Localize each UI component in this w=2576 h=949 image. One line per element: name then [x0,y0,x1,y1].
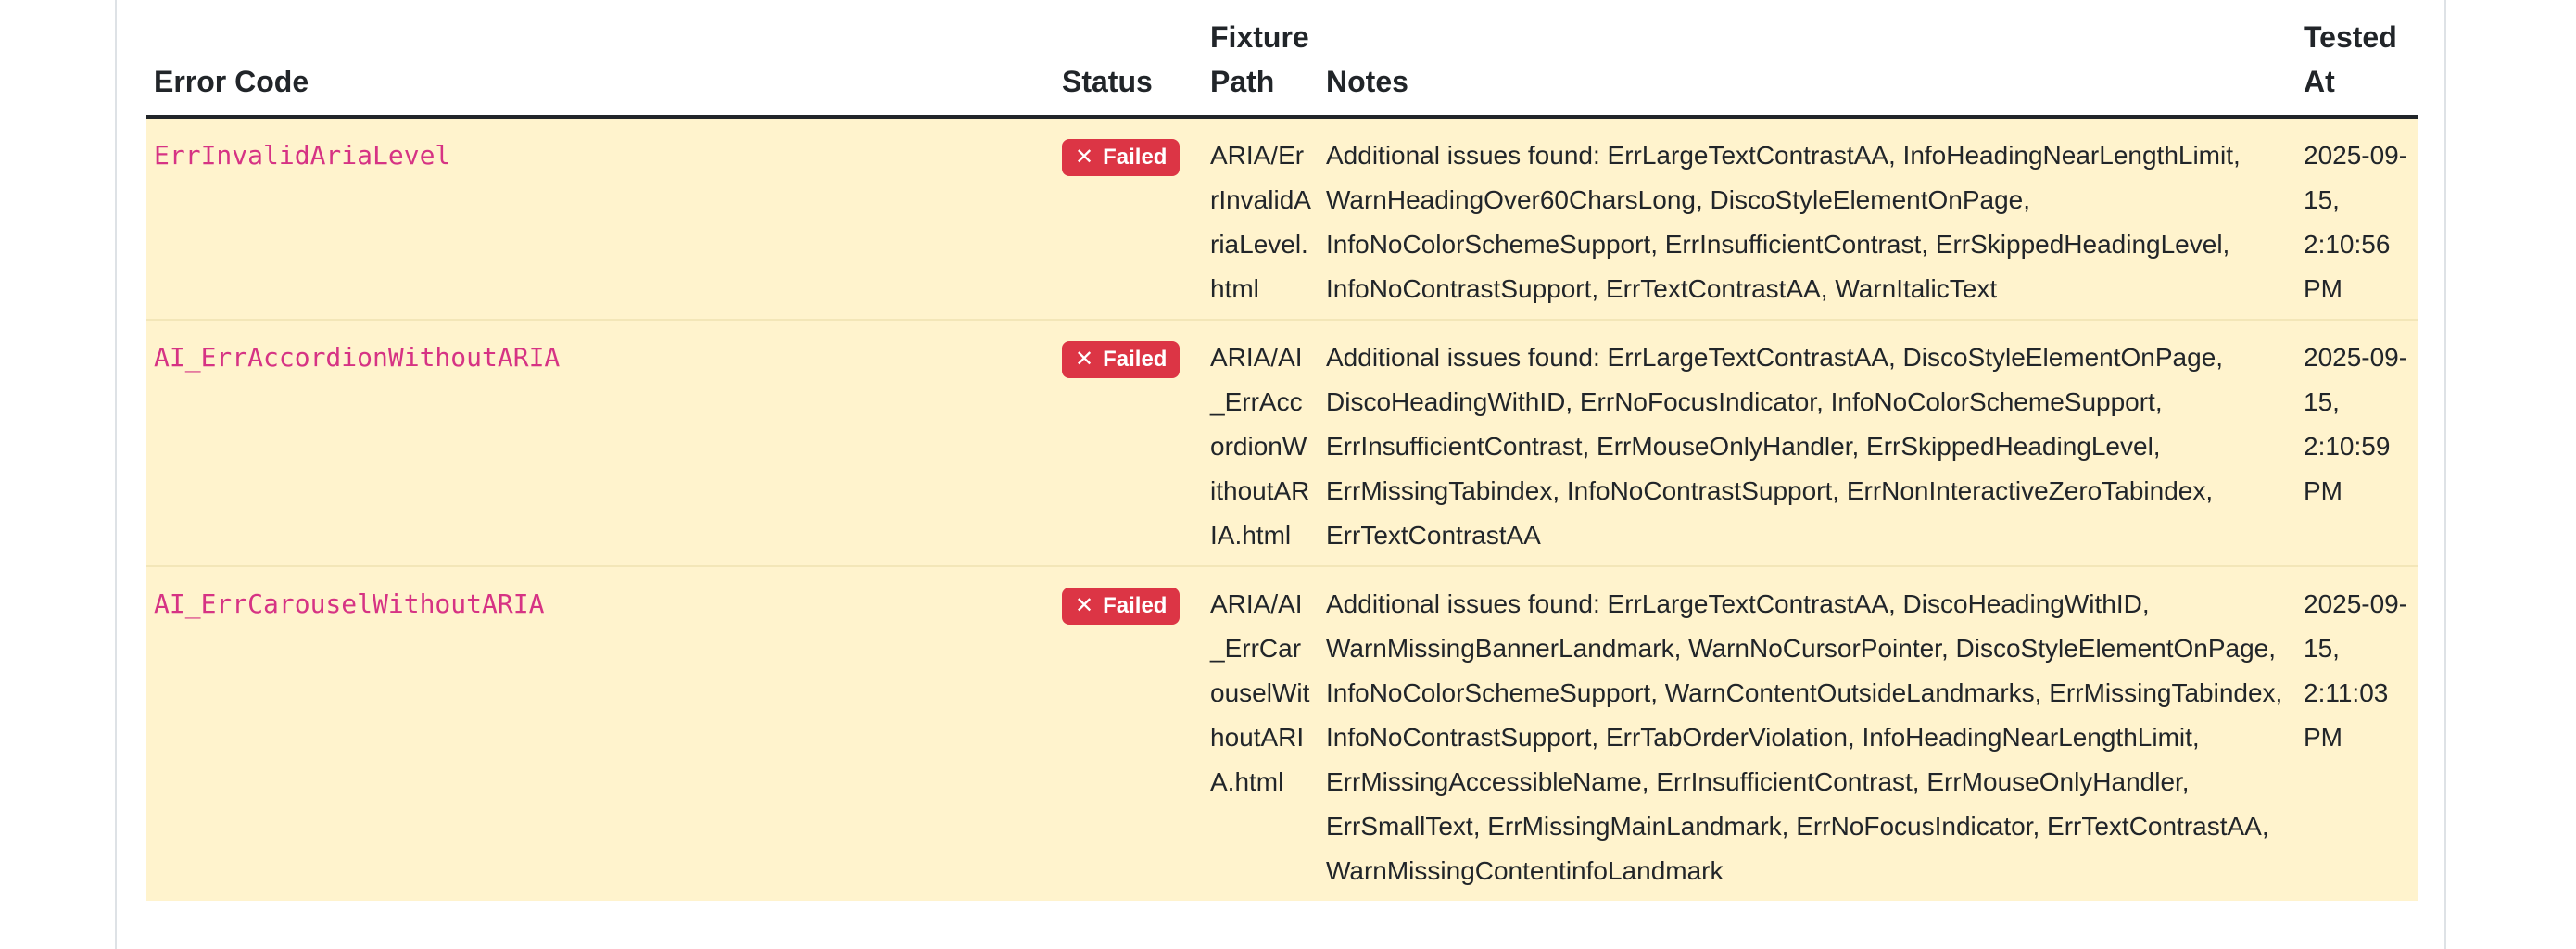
cell-status: ✕ Failed [1054,117,1203,320]
x-icon: ✕ [1075,347,1094,372]
header-fixture-path: Fixture Path [1203,0,1319,119]
status-badge: ✕ Failed [1062,139,1181,176]
header-error-code: Error Code [146,0,1054,119]
cell-status: ✕ Failed [1054,319,1203,566]
status-label: Failed [1103,347,1168,372]
header-tested-at: Tested At [2296,0,2418,119]
error-code: AI_ErrAccordionWithoutARIA [154,342,561,373]
x-icon: ✕ [1075,593,1094,618]
status-badge: ✕ Failed [1062,341,1181,378]
cell-error-code: AI_ErrCarouselWithoutARIA [146,565,1054,901]
table-body: ErrInvalidAriaLevel ✕ Failed ARIA/ErrInv… [146,117,2418,901]
cell-notes: Additional issues found: ErrLargeTextCon… [1319,319,2296,566]
cell-notes: Additional issues found: ErrLargeTextCon… [1319,117,2296,320]
cell-status: ✕ Failed [1054,565,1203,901]
table-header: Error Code Status Fixture Path Notes Tes… [146,0,2418,119]
error-code: ErrInvalidAriaLevel [154,140,451,171]
results-panel: Error Code Status Fixture Path Notes Tes… [115,0,2446,949]
results-table: Error Code Status Fixture Path Notes Tes… [146,0,2418,901]
cell-tested-at: 2025-09-15, 2:10:59 PM [2296,319,2418,566]
cell-fixture-path: ARIA/AI_ErrCarouselWithoutARIA.html [1203,565,1319,901]
table-row: AI_ErrAccordionWithoutARIA ✕ Failed ARIA… [146,319,2418,566]
status-badge: ✕ Failed [1062,588,1181,625]
cell-tested-at: 2025-09-15, 2:10:56 PM [2296,117,2418,320]
cell-error-code: ErrInvalidAriaLevel [146,117,1054,320]
table-row: ErrInvalidAriaLevel ✕ Failed ARIA/ErrInv… [146,117,2418,320]
header-status: Status [1054,0,1203,119]
cell-notes: Additional issues found: ErrLargeTextCon… [1319,565,2296,901]
cell-error-code: AI_ErrAccordionWithoutARIA [146,319,1054,566]
cell-fixture-path: ARIA/AI_ErrAccordionWithoutARIA.html [1203,319,1319,566]
table-row: AI_ErrCarouselWithoutARIA ✕ Failed ARIA/… [146,565,2418,901]
header-notes: Notes [1319,0,2296,119]
x-icon: ✕ [1075,145,1094,170]
header-row: Error Code Status Fixture Path Notes Tes… [146,0,2418,119]
error-code: AI_ErrCarouselWithoutARIA [154,588,545,619]
cell-tested-at: 2025-09-15, 2:11:03 PM [2296,565,2418,901]
status-label: Failed [1103,593,1168,618]
status-label: Failed [1103,145,1168,170]
cell-fixture-path: ARIA/ErrInvalidAriaLevel.html [1203,117,1319,320]
